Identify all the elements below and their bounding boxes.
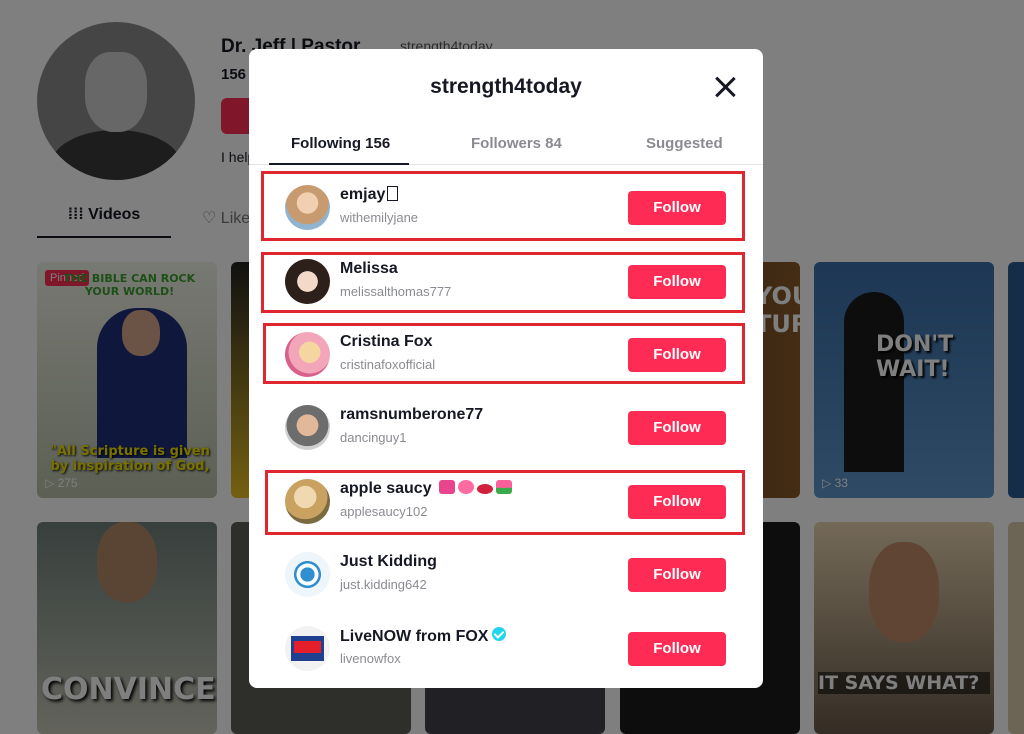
highlight-box <box>261 171 745 241</box>
highlight-box <box>265 470 745 535</box>
verified-badge-icon <box>492 627 507 641</box>
avatar[interactable] <box>285 552 330 597</box>
tab-following[interactable]: Following 156 <box>291 135 390 152</box>
tab-followers[interactable]: Followers 84 <box>471 135 562 152</box>
tab-suggested[interactable]: Suggested <box>646 135 723 152</box>
list-item[interactable]: LiveNOW from FOX livenowfox Follow <box>249 613 763 686</box>
account-handle: livenowfox <box>340 651 401 666</box>
close-icon[interactable] <box>711 73 739 101</box>
follow-button[interactable]: Follow <box>628 558 726 592</box>
list-item[interactable]: Just Kidding just.kidding642 Follow <box>249 539 763 612</box>
highlight-box <box>261 252 745 313</box>
avatar[interactable] <box>285 626 330 671</box>
account-name[interactable]: LiveNOW from FOX <box>340 627 507 646</box>
account-name[interactable]: ramsnumberone77 <box>340 406 483 424</box>
account-handle: dancinguy1 <box>340 430 407 445</box>
active-tab-indicator <box>269 163 409 165</box>
follow-button[interactable]: Follow <box>628 411 726 445</box>
account-name[interactable]: Just Kidding <box>340 553 437 571</box>
account-handle: just.kidding642 <box>340 577 427 592</box>
list-item[interactable]: ramsnumberone77 dancinguy1 Follow <box>249 392 763 465</box>
modal-title: strength4today <box>430 75 582 98</box>
avatar[interactable] <box>285 405 330 450</box>
highlight-box <box>263 323 745 384</box>
follow-button[interactable]: Follow <box>628 632 726 666</box>
